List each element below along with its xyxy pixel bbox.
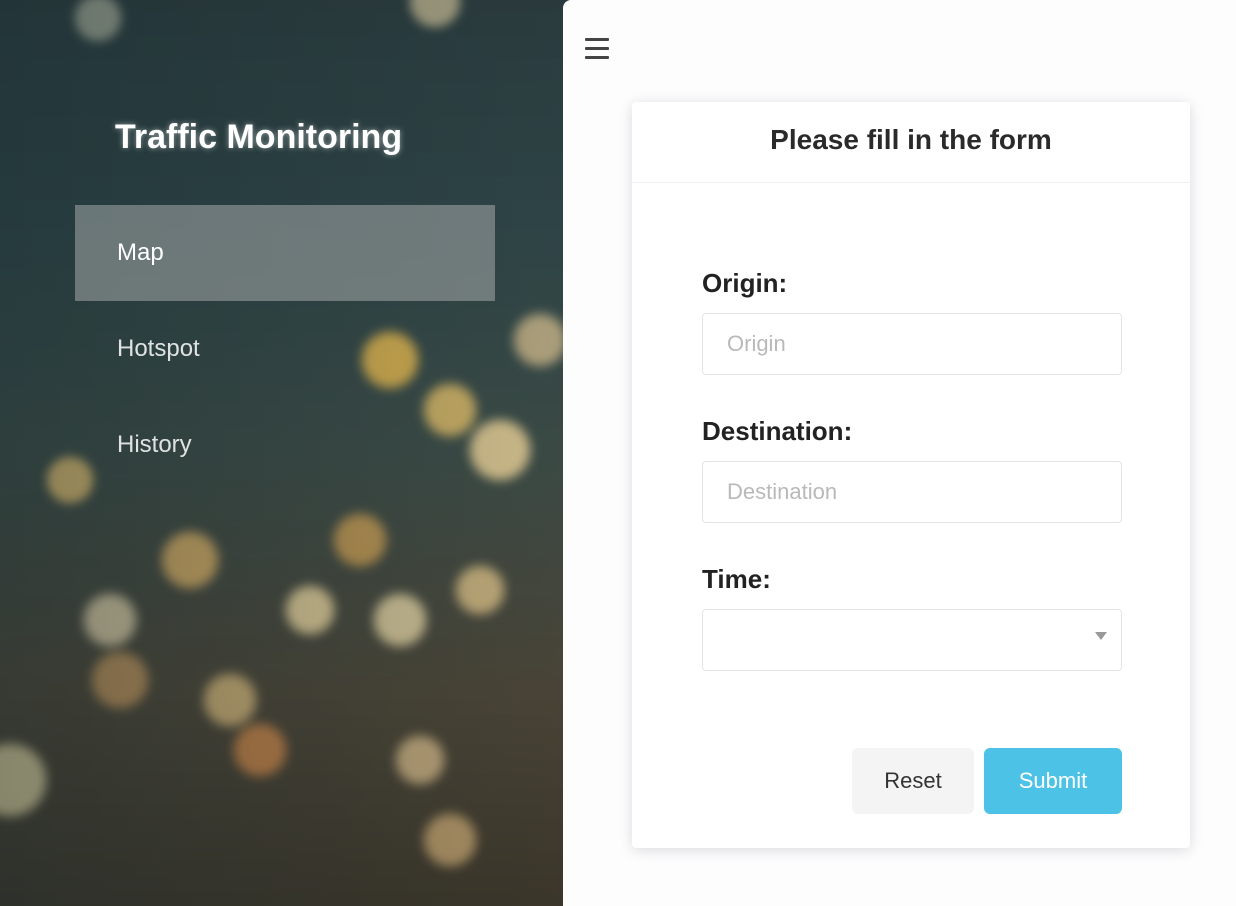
sidebar-item-label: History bbox=[117, 431, 192, 458]
time-label: Time: bbox=[702, 564, 771, 594]
submit-button[interactable]: Submit bbox=[984, 748, 1122, 814]
sidebar-item-hotspot[interactable]: Hotspot bbox=[75, 301, 495, 397]
sidebar-item-map[interactable]: Map bbox=[75, 205, 495, 301]
reset-button[interactable]: Reset bbox=[852, 748, 974, 814]
form-card: Please fill in the form Origin: Destinat… bbox=[632, 102, 1190, 848]
main-panel: Please fill in the form Origin: Destinat… bbox=[563, 0, 1236, 906]
hamburger-menu-icon[interactable] bbox=[585, 36, 611, 62]
destination-label: Destination: bbox=[702, 416, 853, 446]
divider bbox=[632, 182, 1190, 183]
app-window: Traffic Monitoring Map Hotspot History P… bbox=[0, 0, 1236, 906]
sidebar-nav: Map Hotspot History bbox=[75, 205, 495, 493]
origin-label: Origin: bbox=[702, 268, 788, 298]
destination-input[interactable] bbox=[702, 461, 1122, 523]
app-title: Traffic Monitoring bbox=[115, 118, 403, 156]
sidebar: Traffic Monitoring Map Hotspot History bbox=[0, 0, 600, 906]
sidebar-item-history[interactable]: History bbox=[75, 397, 495, 493]
origin-input[interactable] bbox=[702, 313, 1122, 375]
sidebar-item-label: Map bbox=[117, 239, 164, 266]
form-title: Please fill in the form bbox=[770, 124, 1052, 155]
sidebar-item-label: Hotspot bbox=[117, 335, 200, 362]
chevron-down-icon bbox=[1095, 632, 1107, 640]
time-select[interactable] bbox=[702, 609, 1122, 671]
